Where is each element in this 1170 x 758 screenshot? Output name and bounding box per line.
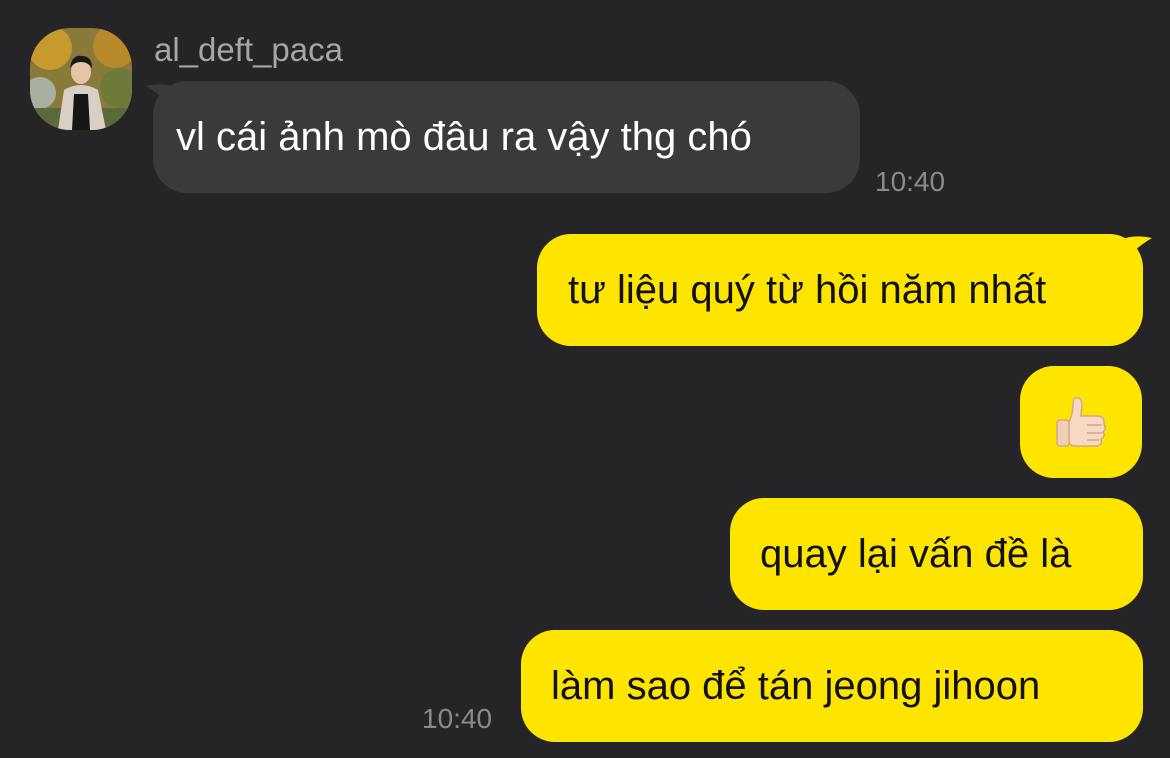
message-text: làm sao để tán jeong jihoon <box>551 664 1041 708</box>
message-incoming-1[interactable]: vl cái ảnh mò đâu ra vậy thg chó <box>153 81 860 193</box>
message-outgoing-3[interactable]: quay lại vấn đề là <box>730 498 1143 610</box>
profile-photo-icon <box>30 28 132 130</box>
message-text: vl cái ảnh mò đâu ra vậy thg chó <box>176 115 752 159</box>
message-timestamp: 10:40 <box>422 703 493 734</box>
message-text: tư liệu quý từ hồi năm nhất <box>568 268 1047 312</box>
message-timestamp: 10:40 <box>875 166 946 197</box>
message-outgoing-1[interactable]: tư liệu quý từ hồi năm nhất <box>537 234 1143 346</box>
sender-avatar[interactable] <box>30 28 132 130</box>
thumbs-up-icon <box>1056 396 1107 447</box>
message-outgoing-2[interactable] <box>1020 366 1142 478</box>
message-outgoing-4[interactable]: làm sao để tán jeong jihoon <box>521 630 1143 742</box>
sender-username: al_deft_paca <box>154 31 343 68</box>
message-text: quay lại vấn đề là <box>760 532 1072 576</box>
